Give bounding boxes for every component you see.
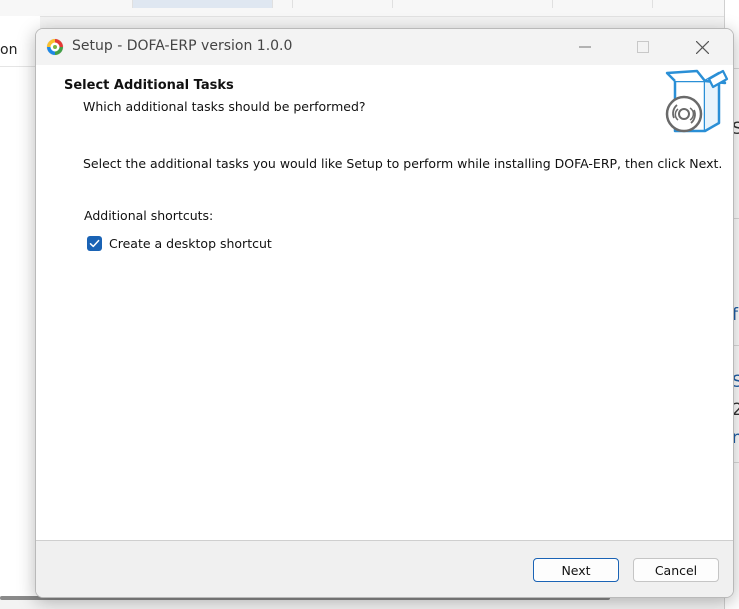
background-selected-cell [132,0,272,8]
background-left-panel: on [0,16,40,596]
title-bar[interactable]: Setup - DOFA-ERP version 1.0.0 [36,29,733,65]
wizard-header: Select Additional Tasks Which additional… [36,65,733,133]
background-left-text: on [0,42,18,58]
maximize-button[interactable] [620,29,666,65]
desktop-shortcut-label[interactable]: Create a desktop shortcut [109,236,272,251]
setup-dialog: Setup - DOFA-ERP version 1.0.0 Select Ad… [35,28,734,598]
page-subtitle: Which additional tasks should be perform… [83,99,366,114]
maximize-icon [637,41,649,53]
cancel-button[interactable]: Cancel [633,558,719,582]
wizard-footer: Next Cancel [36,540,733,597]
shortcuts-group-label: Additional shortcuts: [84,208,214,223]
minimize-icon [579,46,591,48]
next-button[interactable]: Next [533,558,619,582]
window-title: Setup - DOFA-ERP version 1.0.0 [72,38,293,54]
minimize-button[interactable] [562,29,608,65]
background-tab-strip [0,0,724,17]
close-icon [695,40,709,54]
setup-box-disc-icon [665,69,729,133]
dofa-app-icon [46,38,64,56]
page-title: Select Additional Tasks [64,78,234,93]
close-button[interactable] [679,29,725,65]
desktop-shortcut-option[interactable]: Create a desktop shortcut [87,234,272,252]
instruction-text: Select the additional tasks you would li… [83,156,723,171]
desktop-shortcut-checkbox[interactable] [87,235,102,251]
checkmark-icon [89,239,100,247]
